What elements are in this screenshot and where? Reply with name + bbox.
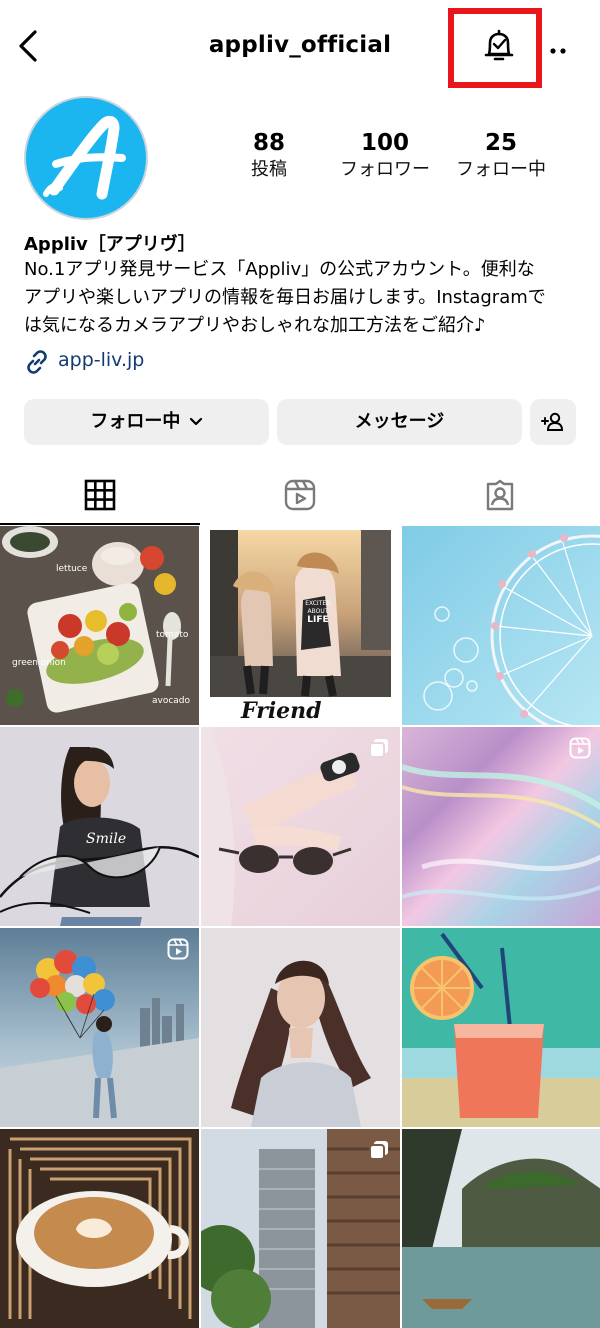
message-button[interactable]: メッセージ xyxy=(277,399,522,445)
latte-photo xyxy=(0,1129,199,1328)
profile-avatar[interactable] xyxy=(24,96,148,220)
shirt-text: LIFE xyxy=(307,615,329,625)
posts-grid: lettuce tomato green onion avocado Frien… xyxy=(0,526,600,1328)
reels-badge-icon xyxy=(569,737,591,759)
following-button-label: フォロー中 xyxy=(90,411,181,432)
shirt-text: EXCITED xyxy=(305,600,331,607)
tab-reels[interactable] xyxy=(200,465,400,525)
food-label: green onion xyxy=(12,658,66,668)
following-button[interactable]: フォロー中 xyxy=(24,399,269,445)
ferris-wheel-photo xyxy=(402,526,600,725)
shirt-print: EXCITED ABOUT LIFE xyxy=(301,600,335,625)
post-thumbnail[interactable] xyxy=(0,1129,199,1328)
message-button-label: メッセージ xyxy=(354,411,445,432)
carousel-icon xyxy=(369,1141,388,1160)
grid-icon xyxy=(84,479,116,511)
add-person-icon xyxy=(541,412,564,431)
active-tab-indicator xyxy=(0,523,200,525)
post-thumbnail[interactable] xyxy=(201,928,400,1127)
bio-line: は気になるカメラアプリやおしゃれな加工方法をご紹介♪ xyxy=(24,315,486,336)
post-thumbnail[interactable] xyxy=(402,1129,600,1328)
reels-badge-icon xyxy=(167,938,189,960)
stat-followers[interactable]: 100 フォロワー xyxy=(332,128,438,182)
post-thumbnail[interactable]: Friend EXCITED ABOUT LIFE xyxy=(201,526,400,725)
post-thumbnail[interactable] xyxy=(402,526,600,725)
drink-photo xyxy=(402,928,600,1127)
appliv-logo xyxy=(26,98,146,218)
carousel-icon xyxy=(369,739,388,758)
friends-photo xyxy=(210,530,391,697)
tab-posts[interactable] xyxy=(0,465,200,525)
following-count: 25 xyxy=(484,130,517,156)
profile-tabs xyxy=(0,465,600,525)
post-thumbnail[interactable]: Smile xyxy=(0,727,199,926)
posts-count: 88 xyxy=(252,130,285,156)
cliffs-photo xyxy=(402,1129,600,1328)
post-thumbnail[interactable] xyxy=(0,928,199,1127)
followers-count: 100 xyxy=(360,130,409,156)
reels-icon xyxy=(284,479,316,511)
post-caption-title: Friend xyxy=(241,698,322,724)
website-link-text: app-liv.jp xyxy=(58,349,145,371)
stat-following[interactable]: 25 フォロー中 xyxy=(448,128,554,182)
tagged-person-icon xyxy=(486,479,514,511)
display-name: Appliv［アプリヴ］ xyxy=(24,234,196,255)
followers-label: フォロワー xyxy=(340,159,430,180)
food-label: tomato xyxy=(156,630,189,640)
portrait-photo xyxy=(201,928,400,1127)
post-thumbnail[interactable] xyxy=(402,928,600,1127)
post-thumbnail[interactable] xyxy=(201,1129,400,1328)
post-thumbnail[interactable] xyxy=(402,727,600,926)
more-options-button[interactable] xyxy=(546,42,576,54)
posts-label: 投稿 xyxy=(251,159,287,180)
tab-tagged[interactable] xyxy=(400,465,600,525)
post-thumbnail[interactable] xyxy=(201,727,400,926)
top-bar: appliv_official xyxy=(0,0,600,96)
food-label: lettuce xyxy=(56,564,88,574)
following-label: フォロー中 xyxy=(456,159,546,180)
bio-line: アプリや楽しいアプリの情報を毎日お届けします。Instagramで xyxy=(24,287,546,308)
chevron-down-icon xyxy=(189,417,202,426)
post-thumbnail[interactable]: lettuce tomato green onion avocado xyxy=(0,526,199,725)
bio: No.1アプリ発見サービス「Appliv」の公式アカウント。便利な アプリや楽し… xyxy=(24,256,584,340)
more-dots-icon xyxy=(550,48,566,54)
link-icon xyxy=(27,350,47,374)
suggest-people-button[interactable] xyxy=(530,399,576,445)
food-label: avocado xyxy=(152,696,191,706)
bio-line: No.1アプリ発見サービス「Appliv」の公式アカウント。便利な xyxy=(24,259,535,280)
highlight-frame xyxy=(448,8,542,88)
smile-illustration-photo xyxy=(0,727,199,926)
stat-posts[interactable]: 88 投稿 xyxy=(236,128,302,182)
smile-text: Smile xyxy=(86,831,127,847)
